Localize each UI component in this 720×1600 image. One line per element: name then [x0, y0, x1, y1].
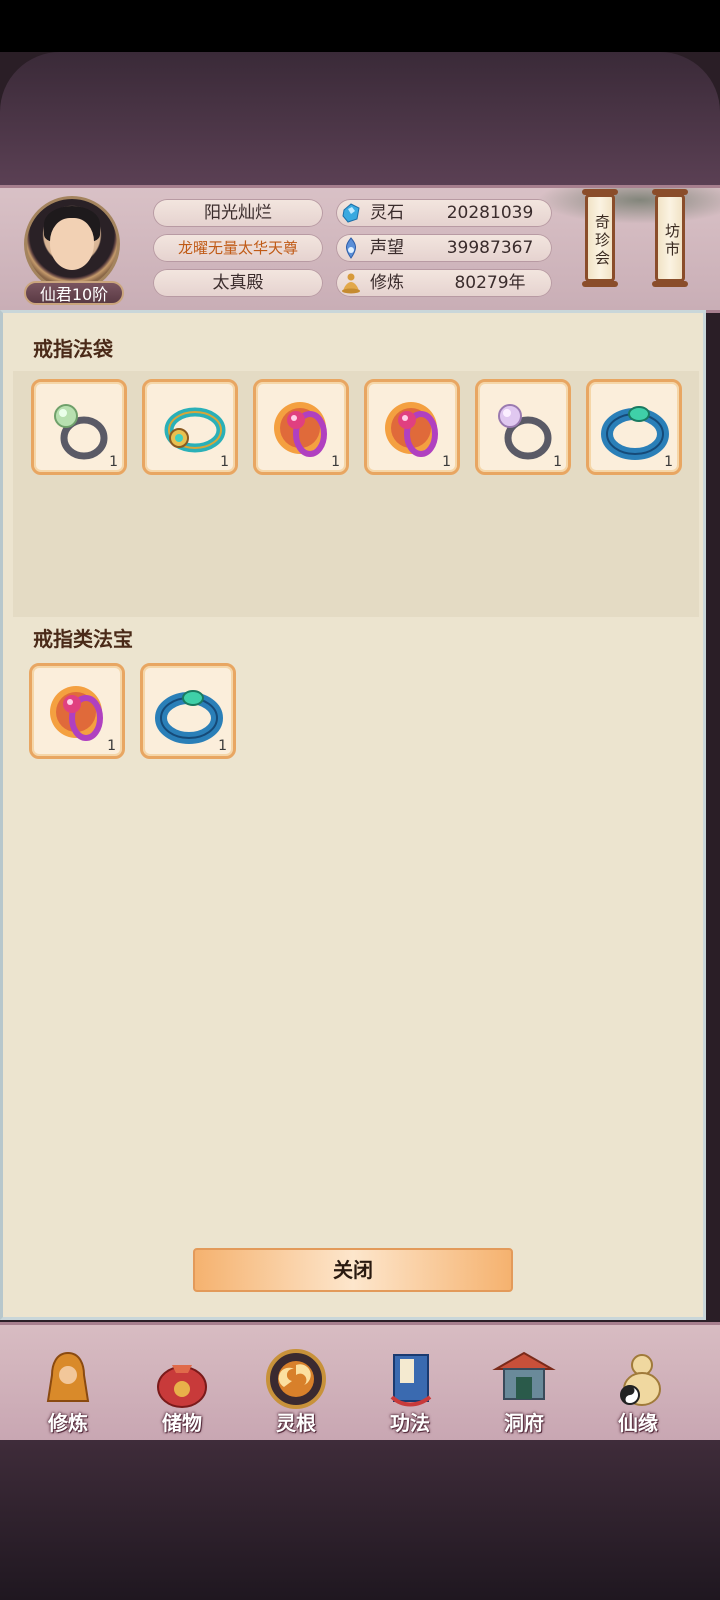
item-slot[interactable]: 1 — [142, 379, 238, 475]
stat-value: 20281039 — [446, 203, 534, 223]
nav-spirit-root[interactable]: 灵根 — [246, 1333, 346, 1437]
nav-label: 储物 — [162, 1411, 202, 1435]
item-slot[interactable]: 1 — [253, 379, 349, 475]
player-header: 仙君10阶 阳光灿烂 龙曜无量太华天尊 太真殿 灵石 20281039 声望 3… — [0, 185, 720, 313]
gold-turquoise-ring-icon — [164, 407, 226, 453]
flame-ring-icon — [385, 402, 438, 457]
item-slot[interactable]: 1 — [31, 379, 127, 475]
treasure-fair-button[interactable]: 奇珍会 — [582, 189, 618, 287]
item-count: 1 — [553, 454, 562, 470]
stat-label: 修炼 — [370, 273, 404, 293]
nav-destiny[interactable]: 仙缘 — [588, 1333, 688, 1437]
close-button[interactable]: 关闭 — [193, 1248, 513, 1292]
item-slot[interactable]: 1 — [364, 379, 460, 475]
nav-label: 灵根 — [276, 1411, 316, 1435]
avatar[interactable]: 仙君10阶 — [20, 196, 128, 305]
nav-label: 仙缘 — [618, 1411, 658, 1435]
section-title-ring-treasures: 戒指类法宝 — [33, 627, 133, 651]
stat-value: 39987367 — [446, 238, 534, 258]
nav-cultivate[interactable]: 修炼 — [18, 1333, 118, 1437]
market-button[interactable]: 坊市 — [652, 189, 688, 287]
item-count: 1 — [220, 454, 229, 470]
technique-book-icon — [390, 1354, 432, 1407]
stat-cultivation: 修炼 80279年 — [336, 269, 552, 297]
destiny-gourd-icon — [620, 1354, 661, 1406]
storage-bag-icon — [157, 1365, 207, 1408]
item-slot[interactable]: 1 — [29, 663, 125, 759]
flame-ring-icon — [274, 402, 327, 457]
spirit-root-icon — [266, 1349, 326, 1409]
player-sect: 太真殿 — [153, 269, 323, 297]
reputation-icon — [346, 237, 356, 259]
stat-reputation: 声望 39987367 — [336, 234, 552, 262]
item-slot[interactable]: 1 — [586, 379, 682, 475]
bottom-nav: 修炼 储物 灵根 功法 洞府 仙缘 — [0, 1322, 720, 1446]
item-slot[interactable]: 1 — [475, 379, 571, 475]
item-count: 1 — [107, 738, 116, 754]
cave-dwelling-icon — [492, 1351, 556, 1400]
inventory-panel: 戒指法袋 1 1 1 1 1 1 戒指类法宝 1 1 — [0, 310, 706, 1320]
item-count: 1 — [442, 454, 451, 470]
flame-ring-icon — [50, 686, 103, 741]
stat-spirit-stone: 灵石 20281039 — [336, 199, 552, 227]
pearl-ring-icon — [498, 404, 552, 460]
stat-label: 灵石 — [370, 203, 404, 223]
nav-cave[interactable]: 洞府 — [474, 1333, 574, 1437]
item-count: 1 — [109, 454, 118, 470]
top-frame — [0, 52, 720, 187]
avatar-face — [50, 218, 94, 270]
item-count: 1 — [664, 454, 673, 470]
nav-label: 修炼 — [48, 1411, 88, 1435]
item-count: 1 — [331, 454, 340, 470]
jade-ring-icon — [54, 404, 108, 460]
cultivation-icon — [342, 273, 360, 294]
azure-jade-ring-icon — [601, 406, 669, 460]
section-title-ring-bags: 戒指法袋 — [33, 337, 113, 361]
azure-jade-ring-icon — [155, 690, 223, 744]
spirit-stone-icon — [342, 203, 360, 223]
item-slot[interactable]: 1 — [140, 663, 236, 759]
item-count: 1 — [218, 738, 227, 754]
stat-label: 声望 — [370, 238, 404, 258]
rank-badge: 仙君10阶 — [24, 281, 124, 305]
nav-label: 功法 — [390, 1411, 430, 1435]
bottom-frame — [0, 1440, 720, 1600]
nav-technique[interactable]: 功法 — [360, 1333, 460, 1437]
nav-storage[interactable]: 储物 — [132, 1333, 232, 1437]
player-title: 龙曜无量太华天尊 — [153, 234, 323, 262]
nav-label: 洞府 — [504, 1411, 544, 1435]
player-name: 阳光灿烂 — [153, 199, 323, 227]
stat-value: 80279年 — [454, 273, 526, 293]
cultivate-icon — [46, 1351, 90, 1402]
status-bar-area — [0, 0, 720, 52]
